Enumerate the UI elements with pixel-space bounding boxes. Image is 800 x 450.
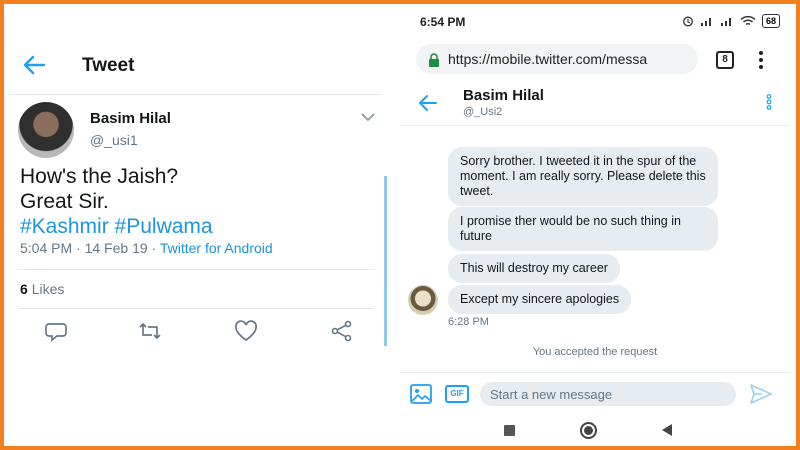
status-bar: 6:54 PM 68 [400,4,790,40]
more-options-icon[interactable] [764,94,774,110]
tweet-line: How's the Jaish? [20,165,179,188]
back-arrow-icon[interactable] [22,54,46,76]
conversation-header: Basim Hilal @_Usi2 [400,80,790,126]
back-arrow-icon[interactable] [418,94,438,112]
author-handle[interactable]: @_usi1 [90,132,138,148]
lock-icon[interactable] [428,53,440,67]
send-icon[interactable] [750,384,772,404]
scroll-indicator[interactable] [384,176,387,346]
alarm-icon [683,16,693,27]
home-button[interactable] [580,422,597,439]
back-button[interactable] [662,424,672,436]
likes-number: 6 [20,281,28,297]
tweet-meta: 5:04 PM · 14 Feb 19 · Twitter for Androi… [20,240,273,256]
android-nav-bar [400,414,790,446]
recents-button[interactable] [504,425,515,436]
author-name[interactable]: Basim Hilal [90,110,171,127]
separator: · [76,240,85,256]
url-bar[interactable]: https://mobile.twitter.com/messa [416,44,698,74]
tweet-text: How's the Jaish? Great Sir. #Kashmir #Pu… [20,164,213,239]
retweet-icon[interactable] [138,320,162,342]
divider [10,94,382,95]
conversation-handle: @_Usi2 [463,106,503,118]
message-bubble[interactable]: Sorry brother. I tweeted it in the spur … [448,147,718,206]
wifi-icon [740,15,756,26]
more-vert-icon[interactable] [758,50,764,70]
tweet-panel: Tweet Basim Hilal @_usi1 How's the Jaish… [4,4,388,446]
reply-icon[interactable] [44,320,68,342]
tweet-line: Great Sir. [20,190,109,213]
screenshot-frame: Tweet Basim Hilal @_usi1 How's the Jaish… [4,4,796,446]
message-bubble[interactable]: Except my sincere apologies [448,285,632,314]
tweet-time: 5:04 PM [20,240,73,256]
divider [18,269,374,270]
likes-label: Likes [31,281,65,297]
signal-icon [700,18,711,26]
tweet-date: 14 Feb 19 [84,240,148,256]
message-timestamp: 6:28 PM [448,316,489,328]
conversation-name[interactable]: Basim Hilal [463,87,544,104]
battery-level: 68 [761,14,780,28]
chevron-down-icon[interactable] [361,112,375,122]
status-icons: 68 [682,13,780,29]
message-composer: GIF [400,372,790,414]
tabs-button[interactable]: 8 [716,51,734,69]
like-icon[interactable] [234,320,258,342]
gif-icon[interactable]: GIF [445,385,469,403]
separator: · [151,240,160,256]
dm-panel: 6:54 PM 68 https://mobile.twitter.com/me… [400,4,790,446]
tweet-source-link[interactable]: Twitter for Android [160,240,273,256]
system-note: You accepted the request [532,346,658,358]
share-icon[interactable] [330,320,354,342]
status-time: 6:54 PM [420,15,466,29]
avatar[interactable] [408,285,438,315]
likes-count[interactable]: 6 Likes [20,281,64,297]
message-bubble[interactable]: I promise ther would be no such thing in… [448,207,718,251]
tweet-header: Tweet [4,4,388,94]
avatar[interactable] [18,102,74,158]
message-bubble[interactable]: This will destroy my career [448,254,620,283]
photo-icon[interactable] [410,384,432,404]
hashtag-link[interactable]: #Pulwama [115,215,213,238]
hashtag-link[interactable]: #Kashmir [20,215,109,238]
page-title: Tweet [82,55,135,76]
divider [18,308,374,309]
signal-icon [720,18,731,26]
browser-toolbar: https://mobile.twitter.com/messa 8 [400,40,790,80]
message-input[interactable] [480,382,736,406]
